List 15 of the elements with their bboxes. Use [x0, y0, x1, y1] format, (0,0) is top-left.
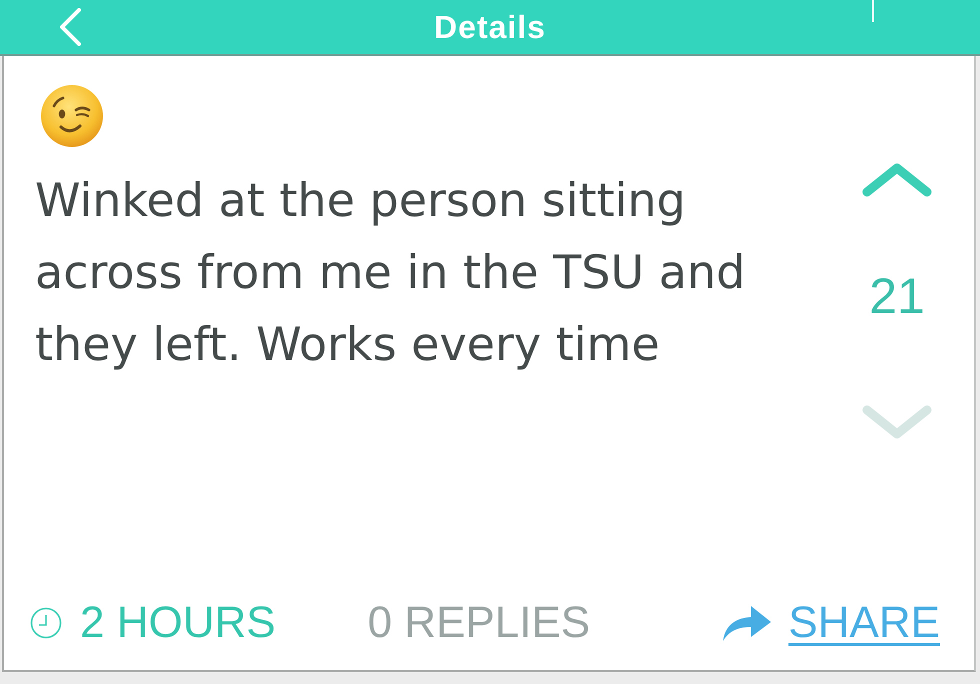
downvote-button[interactable]: [861, 404, 933, 440]
replies-count: 0 REPLIES: [368, 598, 590, 648]
up-chevron-icon: [861, 162, 933, 198]
down-chevron-icon: [861, 404, 933, 440]
winking-face-icon: [40, 84, 104, 148]
screen-title: Details: [434, 8, 546, 46]
vote-count: 21: [869, 268, 925, 324]
share-link[interactable]: SHARE: [788, 598, 940, 648]
curved-arrow-icon: [722, 604, 772, 642]
clock-icon: [30, 607, 62, 639]
post-time: 2 HOURS: [80, 598, 276, 648]
post-text: Winked at the person sitting across from me in the TSU and they left. Works every time: [35, 172, 746, 373]
back-button[interactable]: [58, 8, 82, 46]
back-chevron-icon: [58, 8, 82, 46]
upvote-button[interactable]: [861, 162, 933, 198]
